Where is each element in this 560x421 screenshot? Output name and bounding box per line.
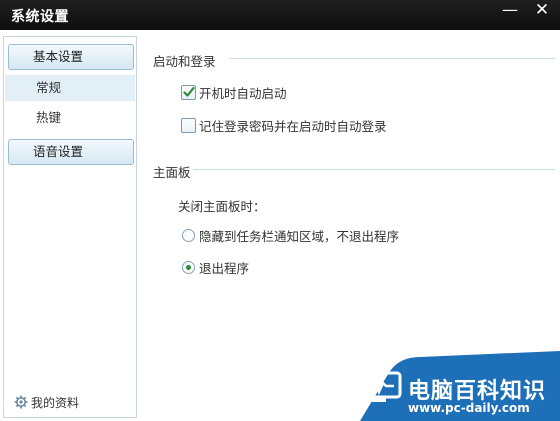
hide-to-tray-label: 隐藏到任务栏通知区域，不退出程序 <box>199 229 400 244</box>
section-title-main-panel: 主面板 <box>153 165 191 180</box>
checkmark-icon <box>183 86 195 97</box>
close-button[interactable]: ✕ <box>528 0 556 24</box>
monitor-icon <box>356 371 402 402</box>
minimize-button[interactable]: — <box>496 0 524 24</box>
auto-start-label: 开机时自动启动 <box>199 86 287 101</box>
window-title: 系统设置 <box>11 9 69 25</box>
section-title-startup: 启动和登录 <box>153 54 216 69</box>
settings-window: 系统设置 — ✕ 基本设置 常规 热键 语音设置 我的资料 启动和登录 开机时自… <box>0 0 560 421</box>
section-divider <box>193 169 555 170</box>
watermark-url: www.pc-daily.com <box>408 401 530 415</box>
close-panel-question: 关闭主面板时： <box>178 199 266 214</box>
hide-to-tray-radio[interactable] <box>182 229 195 242</box>
sidebar: 基本设置 常规 热键 语音设置 <box>3 36 137 418</box>
section-divider <box>229 58 555 59</box>
option-hide-to-tray[interactable]: 隐藏到任务栏通知区域，不退出程序 <box>182 226 399 245</box>
watermark: 电脑百科知识 www.pc-daily.com <box>340 351 560 421</box>
title-bar[interactable]: 系统设置 — ✕ <box>0 0 560 30</box>
sidebar-group-basic-settings[interactable]: 基本设置 <box>8 44 134 70</box>
auto-login-label: 记住登录密码并在启动时自动登录 <box>199 119 387 134</box>
gear-icon <box>14 395 28 409</box>
my-profile-link[interactable]: 我的资料 <box>14 394 79 410</box>
exit-program-radio[interactable] <box>182 261 195 274</box>
auto-login-checkbox[interactable] <box>181 118 196 133</box>
option-auto-start[interactable]: 开机时自动启动 <box>181 83 287 102</box>
option-exit-program[interactable]: 退出程序 <box>182 258 249 277</box>
sidebar-group-voice-settings[interactable]: 语音设置 <box>8 139 134 165</box>
my-profile-label: 我的资料 <box>31 395 80 410</box>
sidebar-item-general[interactable]: 常规 <box>5 75 135 101</box>
close-icon: ✕ <box>534 0 550 20</box>
option-auto-login[interactable]: 记住登录密码并在启动时自动登录 <box>181 116 387 135</box>
auto-start-checkbox[interactable] <box>181 85 196 100</box>
minimize-icon: — <box>502 0 518 19</box>
exit-program-label: 退出程序 <box>199 261 250 276</box>
sidebar-item-hotkeys[interactable]: 热键 <box>5 105 135 131</box>
